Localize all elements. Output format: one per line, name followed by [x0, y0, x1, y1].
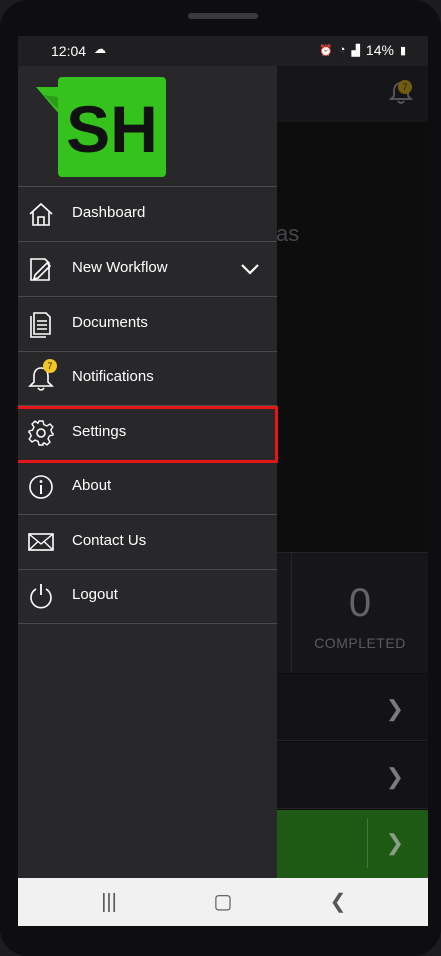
status-time: 12:04	[51, 43, 87, 59]
notification-badge: 7	[43, 359, 57, 373]
back-button[interactable]: ❮	[326, 890, 350, 914]
home-icon	[27, 200, 55, 228]
app-logo: SH	[36, 77, 166, 177]
phone-speaker	[188, 13, 258, 19]
menu-item-new-workflow[interactable]: New Workflow	[18, 242, 277, 297]
menu-item-logout[interactable]: Logout	[18, 569, 277, 624]
recents-button[interactable]: |||	[97, 890, 121, 914]
logo-area: SH	[18, 66, 277, 187]
menu-item-documents[interactable]: Documents	[18, 297, 277, 352]
menu-label: Documents	[72, 314, 148, 331]
menu-item-notifications[interactable]: 7 Notifications	[18, 351, 277, 406]
settings-highlight-box	[18, 406, 278, 463]
signal-icon: ▟	[351, 44, 360, 57]
screen: 12:04 ☁ ⏰ ◔ ▟ 14% ▮ 7 as 0 COMPLETED ❯ ❯…	[18, 36, 428, 926]
wifi-icon: ◔	[338, 44, 346, 56]
weather-icon: ☁	[94, 42, 106, 56]
navigation-drawer: SH Dashboard New Workflow Documents 7 No…	[18, 66, 278, 878]
battery-icon: ▮	[399, 44, 406, 57]
phone-frame: 12:04 ☁ ⏰ ◔ ▟ 14% ▮ 7 as 0 COMPLETED ❯ ❯…	[0, 0, 441, 956]
menu-label: Dashboard	[72, 204, 146, 221]
power-icon	[27, 582, 55, 610]
menu-item-about[interactable]: About	[18, 460, 277, 515]
edit-document-icon	[27, 255, 55, 283]
menu-label: Logout	[72, 586, 118, 603]
documents-icon	[27, 310, 55, 338]
menu-item-dashboard[interactable]: Dashboard	[18, 187, 277, 242]
info-icon	[27, 473, 55, 501]
mail-icon	[27, 528, 55, 556]
chevron-down-icon[interactable]	[240, 260, 260, 278]
menu-label: New Workflow	[72, 259, 168, 276]
menu-label: Settings	[72, 423, 127, 440]
status-indicators: ⏰ ◔ ▟ 14% ▮	[319, 42, 406, 58]
menu-label: Contact Us	[72, 532, 147, 549]
alarm-icon: ⏰	[319, 44, 333, 57]
menu-item-settings[interactable]: Settings	[18, 406, 278, 463]
svg-text:SH: SH	[66, 92, 158, 166]
battery-percent: 14%	[365, 42, 394, 58]
gear-icon	[27, 419, 55, 447]
home-button[interactable]: ▢	[211, 890, 235, 914]
menu-label: Notifications	[72, 368, 154, 385]
system-nav-bar: ||| ▢ ❮	[18, 878, 428, 926]
menu-label: About	[72, 477, 112, 494]
menu-item-contact-us[interactable]: Contact Us	[18, 515, 277, 570]
status-bar: 12:04 ☁ ⏰ ◔ ▟ 14% ▮	[18, 36, 428, 66]
